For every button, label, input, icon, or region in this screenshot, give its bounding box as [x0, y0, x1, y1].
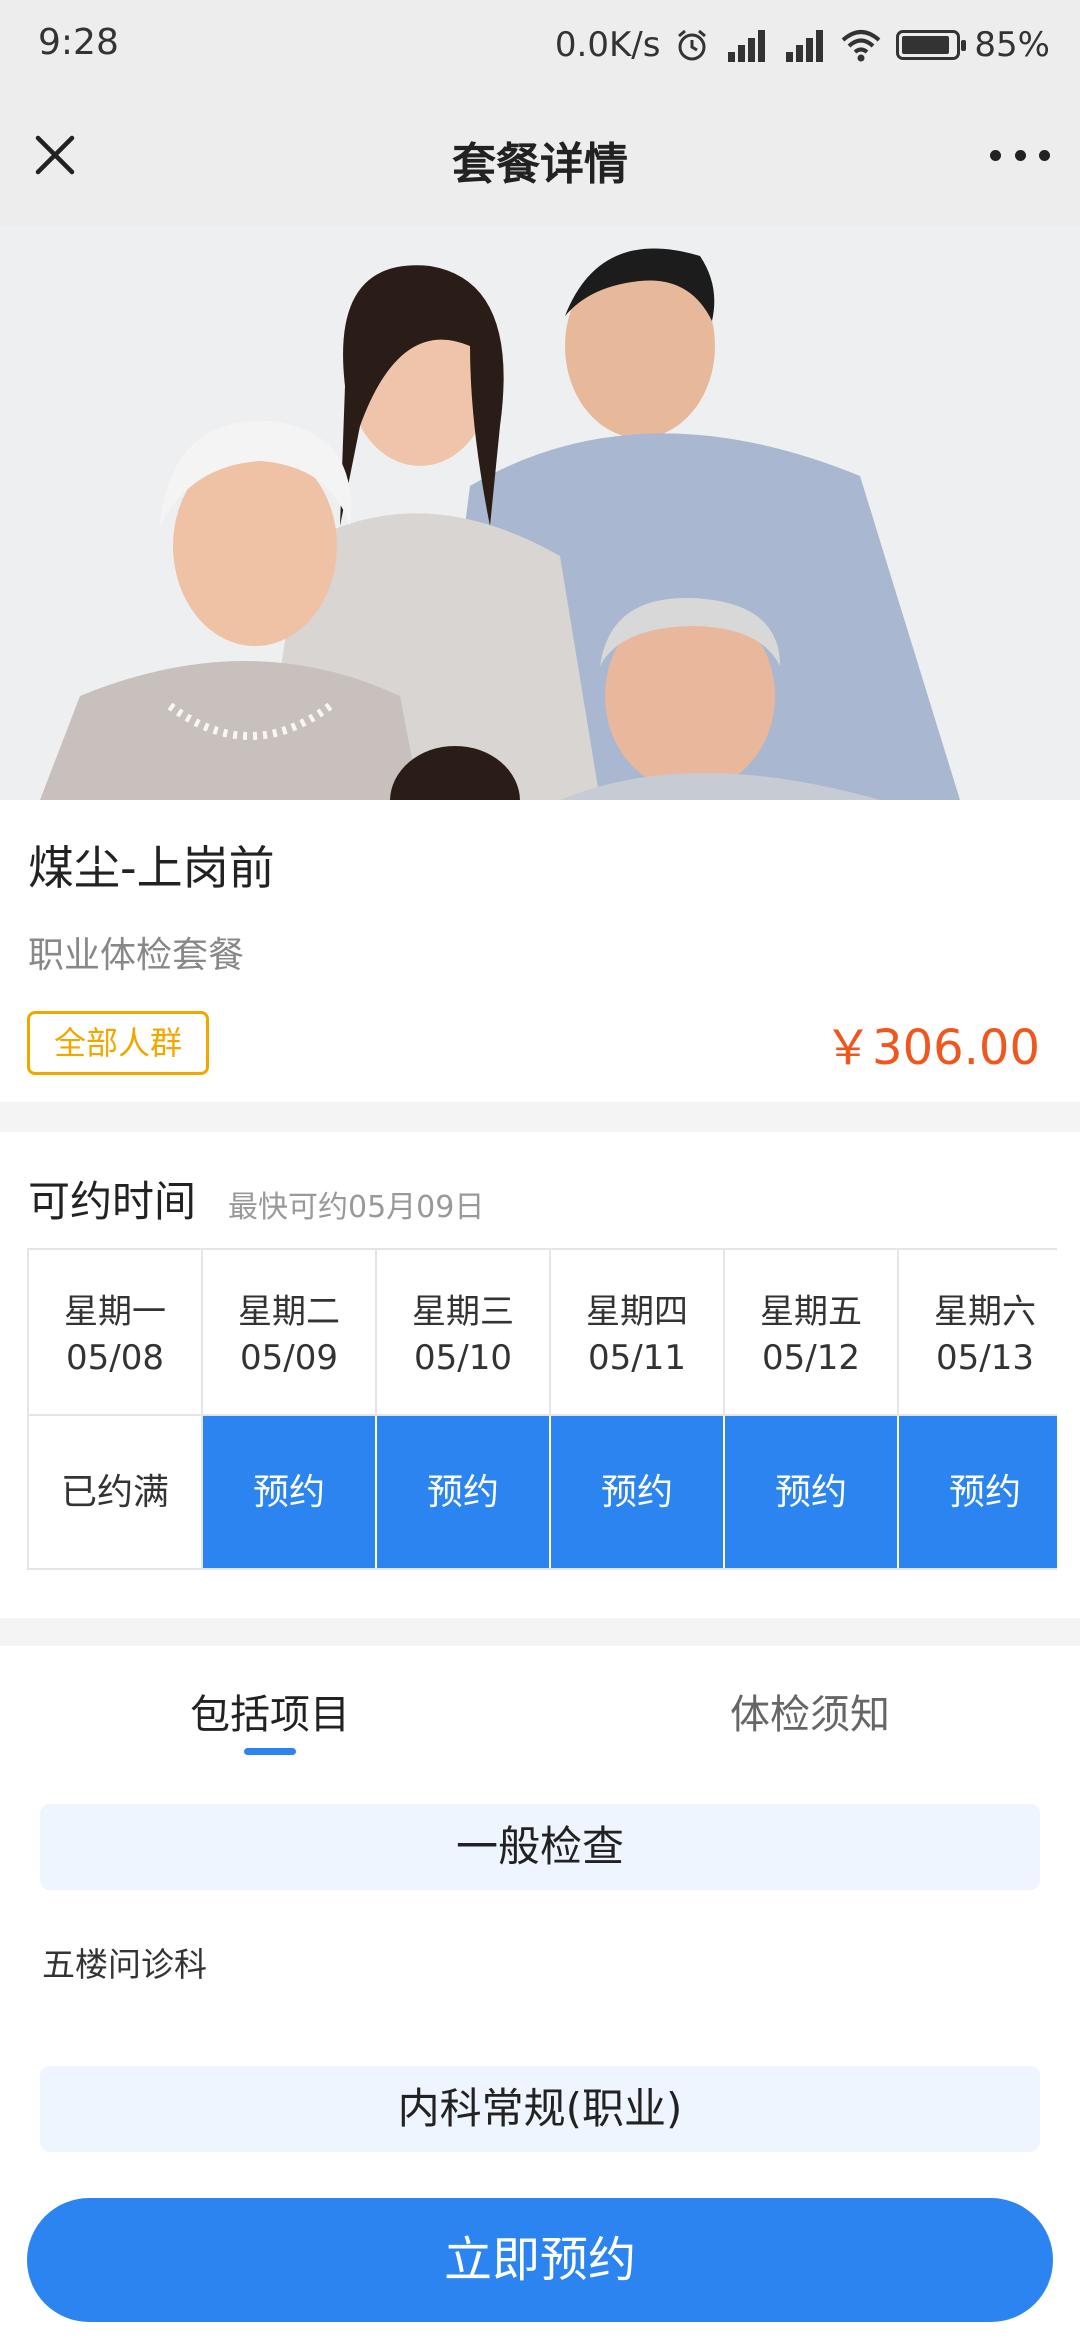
date: 05/11 — [588, 1338, 686, 1378]
package-subtitle: 职业体检套餐 — [28, 935, 245, 976]
book-now-button[interactable]: 立即预约 — [27, 2198, 1053, 2322]
schedule-table[interactable]: 星期一 05/08 已约满 星期二 05/09 预约 星期三 05/10 预约 … — [27, 1248, 1057, 1570]
family-photo — [0, 226, 1080, 800]
date: 05/12 — [762, 1338, 860, 1378]
day-header: 星期二 05/09 — [203, 1250, 377, 1416]
status-time: 9:28 — [38, 22, 119, 63]
day-column: 星期三 05/10 预约 — [377, 1250, 551, 1568]
date: 05/10 — [414, 1338, 512, 1378]
day-header: 星期一 05/08 — [29, 1250, 203, 1416]
date: 05/08 — [66, 1338, 164, 1378]
signal-hd-icon — [782, 28, 826, 62]
detail-tabs: 包括项目 体检须知 — [0, 1646, 1080, 1776]
section-divider — [0, 1618, 1080, 1646]
status-icons: 0.0K/s 85% — [555, 20, 1050, 70]
day-column: 星期四 05/11 预约 — [551, 1250, 725, 1568]
day-header: 星期六 05/13 — [899, 1250, 1057, 1416]
more-icon[interactable] — [990, 128, 1050, 182]
list-item: 五楼问诊科 — [42, 1945, 207, 1984]
weekday: 星期一 — [64, 1292, 166, 1332]
weekday: 星期六 — [934, 1292, 1036, 1332]
schedule-title: 可约时间 — [28, 1177, 197, 1226]
date: 05/09 — [240, 1338, 338, 1378]
category-header: 内科常规(职业) — [40, 2066, 1040, 2152]
battery-icon — [896, 30, 967, 60]
tab-indicator — [244, 1748, 296, 1755]
nav-bar: 套餐详情 — [0, 90, 1080, 226]
category-header: 一般检查 — [40, 1804, 1040, 1890]
audience-tag: 全部人群 — [27, 1011, 210, 1075]
fully-booked-label: 已约满 — [29, 1416, 203, 1568]
signal-hd-icon — [724, 28, 768, 62]
page-title: 套餐详情 — [452, 139, 628, 190]
net-speed: 0.0K/s — [554, 25, 661, 65]
day-column: 星期五 05/12 预约 — [725, 1250, 899, 1568]
section-divider — [0, 1102, 1080, 1132]
book-day-button[interactable]: 预约 — [899, 1416, 1057, 1568]
weekday: 星期二 — [238, 1292, 340, 1332]
package-info: 煤尘-上岗前 职业体检套餐 全部人群 ￥306.00 — [0, 800, 1080, 1102]
weekday: 星期五 — [760, 1292, 862, 1332]
book-day-button[interactable]: 预约 — [551, 1416, 725, 1568]
schedule-section: 可约时间 最快可约05月09日 星期一 05/08 已约满 星期二 05/09 … — [0, 1132, 1080, 1618]
date: 05/13 — [936, 1338, 1034, 1378]
day-column: 星期二 05/09 预约 — [203, 1250, 377, 1568]
day-header: 星期五 05/12 — [725, 1250, 899, 1416]
battery-level: 85% — [974, 25, 1050, 65]
earliest-date: 最快可约05月09日 — [228, 1190, 485, 1225]
day-column: 星期六 05/13 预约 — [899, 1250, 1057, 1568]
day-header: 星期三 05/10 — [377, 1250, 551, 1416]
tab-exam-notice[interactable]: 体检须知 — [730, 1682, 890, 1740]
status-bar: 9:28 0.0K/s 85% — [0, 0, 1080, 90]
package-banner-image — [0, 226, 1080, 800]
day-header: 星期四 05/11 — [551, 1250, 725, 1416]
alarm-icon — [678, 29, 707, 61]
weekday: 星期三 — [412, 1292, 514, 1332]
weekday: 星期四 — [586, 1292, 688, 1332]
day-column: 星期一 05/08 已约满 — [29, 1250, 203, 1568]
book-day-button[interactable]: 预约 — [203, 1416, 377, 1568]
book-day-button[interactable]: 预约 — [725, 1416, 899, 1568]
package-name: 煤尘-上岗前 — [28, 841, 275, 895]
package-price: ￥306.00 — [824, 1020, 1040, 1076]
wifi-icon — [842, 30, 881, 62]
tab-included-items[interactable]: 包括项目 — [190, 1682, 350, 1740]
book-day-button[interactable]: 预约 — [377, 1416, 551, 1568]
